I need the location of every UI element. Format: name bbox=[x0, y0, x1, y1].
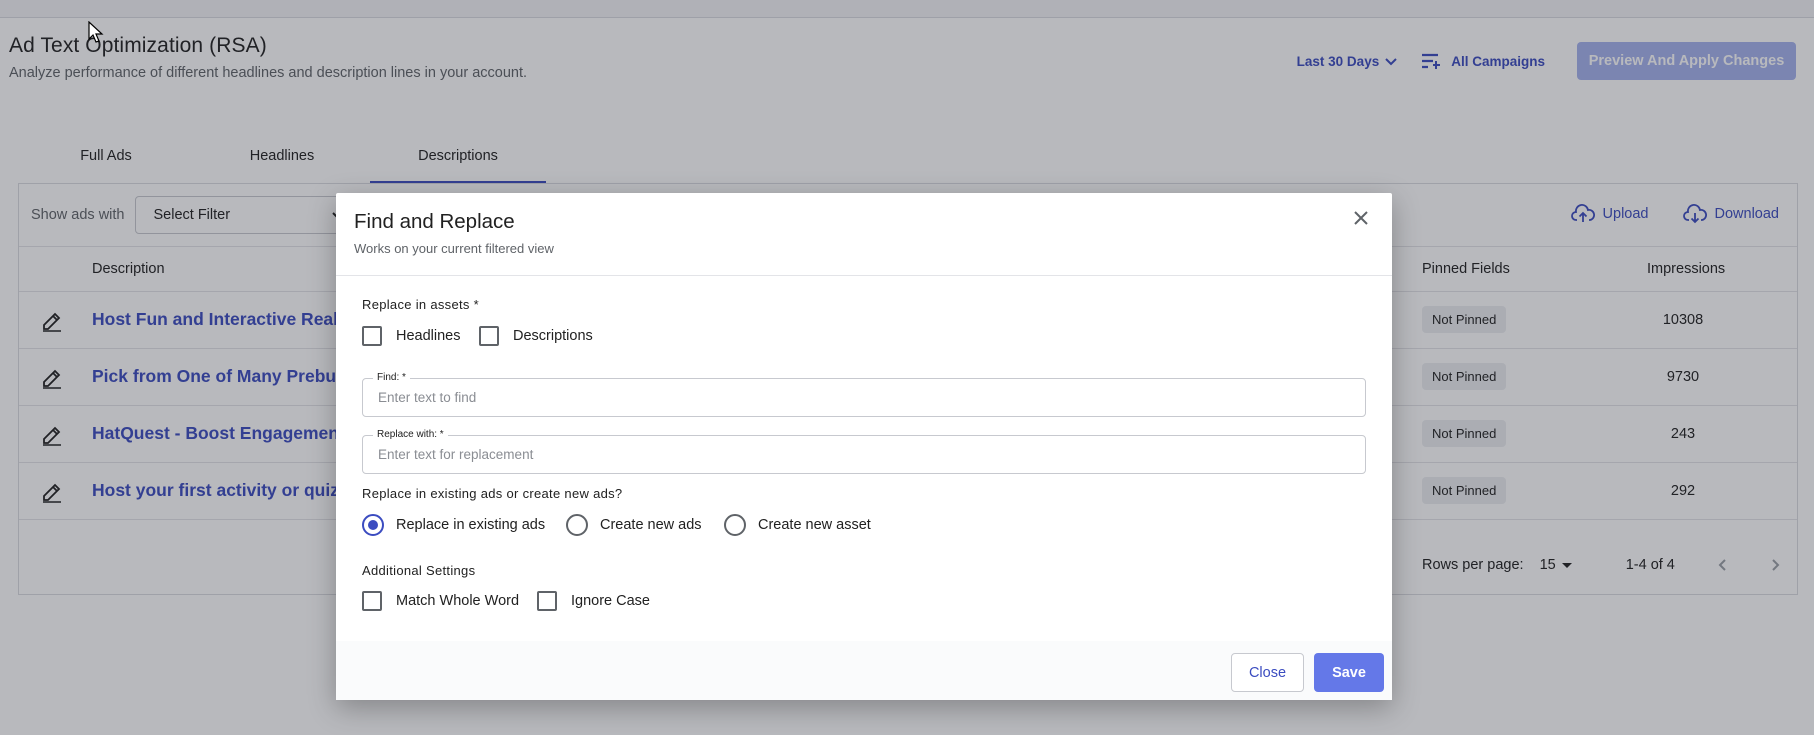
match-whole-word-label: Match Whole Word bbox=[396, 593, 520, 609]
mouse-cursor-icon bbox=[88, 21, 104, 43]
save-button[interactable]: Save bbox=[1314, 653, 1384, 692]
replace-field: Replace with: * bbox=[362, 429, 1366, 474]
dialog-footer: Close Save bbox=[336, 641, 1392, 700]
mode-section-label: Replace in existing ads or create new ad… bbox=[362, 486, 623, 501]
ignore-case-checkbox[interactable]: Ignore Case bbox=[537, 591, 650, 611]
radio-create-new-asset[interactable]: Create new asset bbox=[724, 514, 871, 536]
radio-create-new-ads[interactable]: Create new ads bbox=[566, 514, 702, 536]
assets-section-label: Replace in assets * bbox=[362, 297, 479, 312]
find-replace-dialog: Find and Replace Works on your current f… bbox=[336, 193, 1392, 700]
close-button[interactable]: Close bbox=[1231, 653, 1304, 692]
headlines-checkbox-label: Headlines bbox=[396, 328, 461, 344]
checkbox-box[interactable] bbox=[537, 591, 557, 611]
radio-create-new-asset-label: Create new asset bbox=[758, 517, 871, 533]
radio-button[interactable] bbox=[724, 514, 746, 536]
find-input[interactable] bbox=[378, 379, 1348, 416]
checkbox-box[interactable] bbox=[362, 591, 382, 611]
match-whole-word-checkbox[interactable]: Match Whole Word bbox=[362, 591, 519, 611]
dialog-subtitle: Works on your current filtered view bbox=[354, 241, 554, 256]
checkbox-box[interactable] bbox=[362, 326, 382, 346]
dialog-title: Find and Replace bbox=[354, 210, 515, 233]
find-field: Find: * bbox=[362, 372, 1366, 417]
radio-create-new-ads-label: Create new ads bbox=[600, 517, 702, 533]
settings-section-label: Additional Settings bbox=[362, 563, 476, 578]
radio-button[interactable] bbox=[362, 514, 384, 536]
dialog-header: Find and Replace Works on your current f… bbox=[336, 193, 1392, 276]
checkbox-box[interactable] bbox=[479, 326, 499, 346]
ignore-case-label: Ignore Case bbox=[571, 593, 650, 609]
descriptions-checkbox-label: Descriptions bbox=[513, 328, 593, 344]
radio-replace-existing[interactable]: Replace in existing ads bbox=[362, 514, 545, 536]
close-icon[interactable] bbox=[1353, 210, 1369, 226]
replace-input[interactable] bbox=[378, 436, 1348, 473]
radio-button[interactable] bbox=[566, 514, 588, 536]
radio-replace-existing-label: Replace in existing ads bbox=[396, 517, 546, 533]
descriptions-checkbox[interactable]: Descriptions bbox=[479, 326, 593, 346]
headlines-checkbox[interactable]: Headlines bbox=[362, 326, 461, 346]
